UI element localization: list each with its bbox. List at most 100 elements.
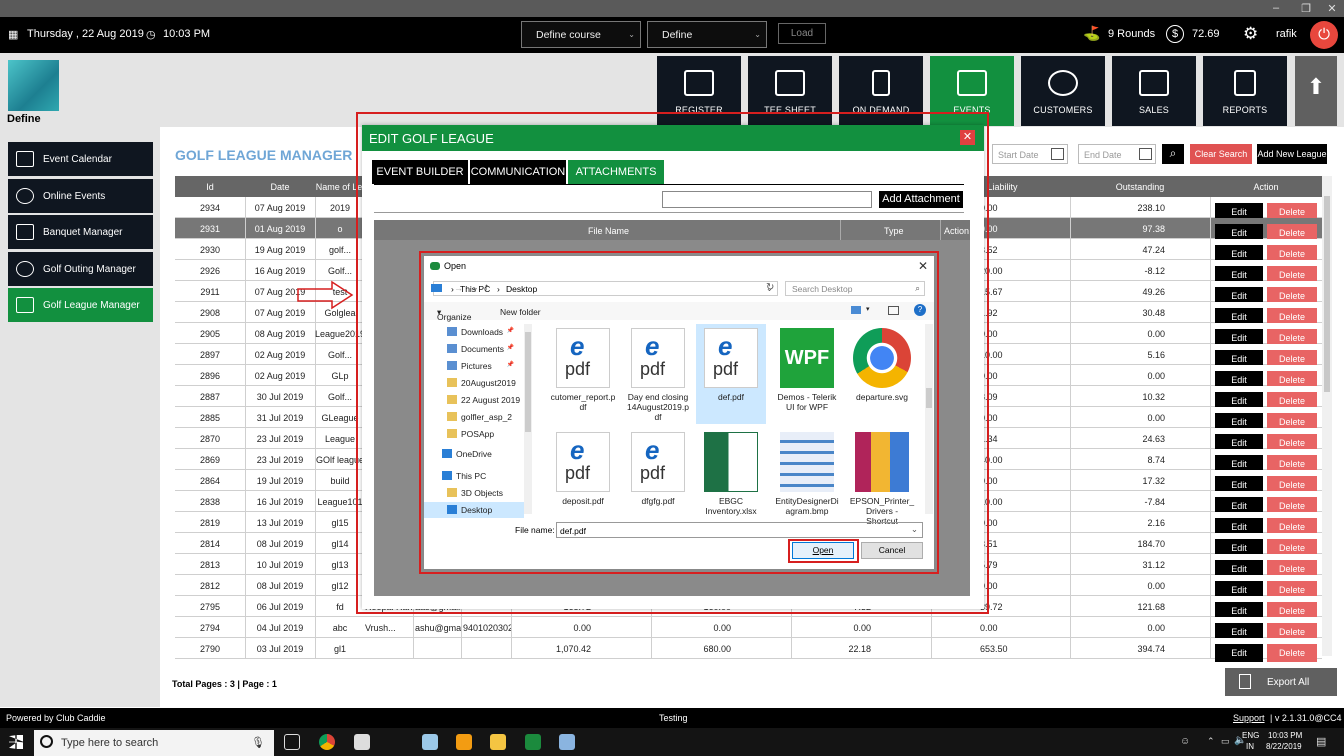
tree-item[interactable]: This PC (424, 468, 524, 484)
delete-button[interactable]: Delete (1267, 644, 1317, 662)
close-window-icon[interactable]: ✕ (1322, 2, 1342, 15)
breadcrumb-this-pc[interactable]: This PC (460, 284, 490, 294)
sidebar-item-golf-league-manager[interactable]: Golf League Manager (8, 288, 153, 322)
file-item[interactable]: e pdf def.pdf (696, 324, 766, 424)
sidebar-item-banquet-manager[interactable]: Banquet Manager (8, 215, 153, 249)
calendar-icon[interactable] (1051, 148, 1064, 160)
organize-button[interactable]: Organize ▾ (437, 307, 472, 322)
sidebar-item-label: Event Calendar (43, 154, 112, 165)
tree-item[interactable]: Downloads 📌 (424, 324, 524, 340)
restore-icon[interactable]: ❐ (1296, 2, 1316, 15)
file-item[interactable]: EntityDesignerDiagram.bmp (772, 428, 842, 528)
folder-icon[interactable] (490, 734, 506, 750)
chevron-down-icon[interactable]: ▾ (866, 305, 870, 313)
tree-item[interactable]: POSApp (424, 426, 524, 442)
task-view-icon[interactable] (284, 734, 300, 750)
gear-icon[interactable]: ⚙ (1243, 24, 1258, 44)
language-indicator[interactable]: ENG (1242, 731, 1259, 740)
end-date-field[interactable]: End Date (1078, 144, 1156, 164)
cancel-button[interactable]: Cancel (861, 542, 923, 559)
tab-event-builder[interactable]: EVENT BUILDER (372, 160, 468, 184)
tree-item[interactable]: 20August2019 (424, 375, 524, 391)
arrow-up-icon[interactable]: ⬆ (1295, 56, 1337, 126)
paint-icon[interactable] (559, 734, 575, 750)
app-icon[interactable] (422, 734, 438, 750)
scrollbar-thumb[interactable] (1324, 196, 1330, 392)
tile-sales[interactable]: SALES (1112, 56, 1196, 126)
tile-customers[interactable]: CUSTOMERS (1021, 56, 1105, 126)
breadcrumb-desktop[interactable]: Desktop (506, 284, 537, 294)
file-list-scrollbar[interactable] (925, 324, 933, 514)
pin-icon[interactable]: 📌 (507, 344, 514, 351)
refresh-icon[interactable]: ↻ (766, 282, 774, 293)
file-item[interactable]: e pdf deposit.pdf (548, 428, 618, 528)
file-item[interactable]: departure.svg (847, 324, 917, 424)
preview-pane-icon[interactable] (888, 306, 899, 315)
cell-liab: 0.00 (980, 413, 998, 423)
view-icon[interactable] (851, 306, 861, 314)
file-item[interactable]: WPF Demos - Telerik UI for WPF (772, 324, 842, 424)
microphone-icon[interactable]: 🎙 (251, 736, 265, 749)
people-icon[interactable]: ☺ (1180, 736, 1190, 747)
address-bar[interactable]: › This PC › Desktop ⌄ (431, 281, 778, 296)
tab-attachments[interactable]: ATTACHMENTS (568, 160, 664, 184)
taskbar-search[interactable]: Type here to search 🎙 (34, 730, 274, 756)
tree-item[interactable]: 22 August 2019 (424, 392, 524, 408)
load-button[interactable]: Load (778, 23, 826, 44)
close-icon[interactable]: ✕ (960, 130, 975, 145)
chevron-down-icon[interactable]: ⌄ (911, 524, 918, 535)
table-row[interactable]: 2794 04 Jul 2019 abc Vrush... ashu@gmail 9401… (175, 617, 1322, 641)
tree-item[interactable]: 3D Objects (424, 485, 524, 501)
sublime-icon[interactable] (456, 734, 472, 750)
tree-item[interactable]: golfler_asp_2 (424, 409, 524, 425)
attachment-input[interactable] (662, 191, 872, 208)
network-icon[interactable]: ▭ (1221, 736, 1230, 747)
clear-search-button[interactable]: Clear Search (1190, 144, 1252, 164)
new-folder-button[interactable]: New folder (500, 307, 541, 317)
file-item[interactable]: EBGC Inventory.xlsx (696, 428, 766, 528)
define-select[interactable]: Define ⌄ (647, 21, 767, 48)
power-icon[interactable]: ⏻ (1310, 21, 1338, 49)
tree-item[interactable]: Documents 📌 (424, 341, 524, 357)
file-item[interactable]: e pdf cutomer_report.pdf (548, 324, 618, 424)
calculator-icon[interactable] (354, 734, 370, 750)
close-icon[interactable]: ✕ (918, 259, 928, 273)
minimize-icon[interactable]: – (1266, 2, 1286, 14)
tree-item[interactable]: Desktop (424, 502, 524, 518)
add-attachment-button[interactable]: Add Attachment (879, 191, 963, 208)
scrollbar-thumb[interactable] (926, 388, 932, 408)
support-link[interactable]: Support (1233, 713, 1265, 723)
edit-button[interactable]: Edit (1215, 644, 1263, 662)
pin-icon[interactable]: 📌 (507, 361, 514, 368)
chrome-icon[interactable] (319, 734, 335, 750)
notification-icon[interactable]: ▤ (1316, 735, 1326, 748)
chevron-up-icon[interactable]: ⌃ (1207, 736, 1215, 747)
tile-reports[interactable]: REPORTS (1203, 56, 1287, 126)
scrollbar-thumb[interactable] (525, 332, 531, 432)
sidebar-item-golf-outing-manager[interactable]: Golf Outing Manager (8, 252, 153, 286)
clubcaddie-icon[interactable] (525, 734, 541, 750)
course-select[interactable]: Define course ⌄ (521, 21, 641, 48)
taskbar-date[interactable]: 8/22/2019 (1266, 742, 1302, 751)
tree-item[interactable]: Pictures 📌 (424, 358, 524, 374)
search-desktop-input[interactable]: Search Desktop ⌕ (785, 281, 925, 296)
calendar-icon[interactable] (1139, 148, 1152, 160)
file-item[interactable]: EPSON_Printer_Drivers - Shortcut (847, 428, 917, 528)
tab-communication[interactable]: COMMUNICATION (470, 160, 566, 184)
file-item[interactable]: e pdf dfgfg.pdf (623, 428, 693, 528)
sidebar-item-event-calendar[interactable]: Event Calendar (8, 142, 153, 176)
file-name-input[interactable]: def.pdf ⌄ (556, 522, 923, 538)
help-icon[interactable]: ? (914, 304, 926, 316)
table-row[interactable]: 2790 03 Jul 2019 gl1 1,070.42 680.00 22.18 653… (175, 638, 1322, 662)
start-date-field[interactable]: Start Date (992, 144, 1068, 164)
pin-icon[interactable]: 📌 (507, 327, 514, 334)
tree-item[interactable]: OneDrive (424, 446, 524, 462)
add-new-league-button[interactable]: Add New League (1257, 144, 1327, 164)
sidebar-item-online-events[interactable]: Online Events (8, 179, 153, 213)
search-icon[interactable]: ⌕ (1162, 144, 1184, 164)
taskbar-time[interactable]: 10:03 PM (1268, 731, 1302, 740)
open-button[interactable]: Open (792, 542, 854, 559)
export-all-button[interactable]: Export All (1225, 668, 1337, 696)
file-item[interactable]: e pdf Day end closing 14August2019.pdf (623, 324, 693, 424)
cell-out: 47.24 (1142, 245, 1165, 255)
